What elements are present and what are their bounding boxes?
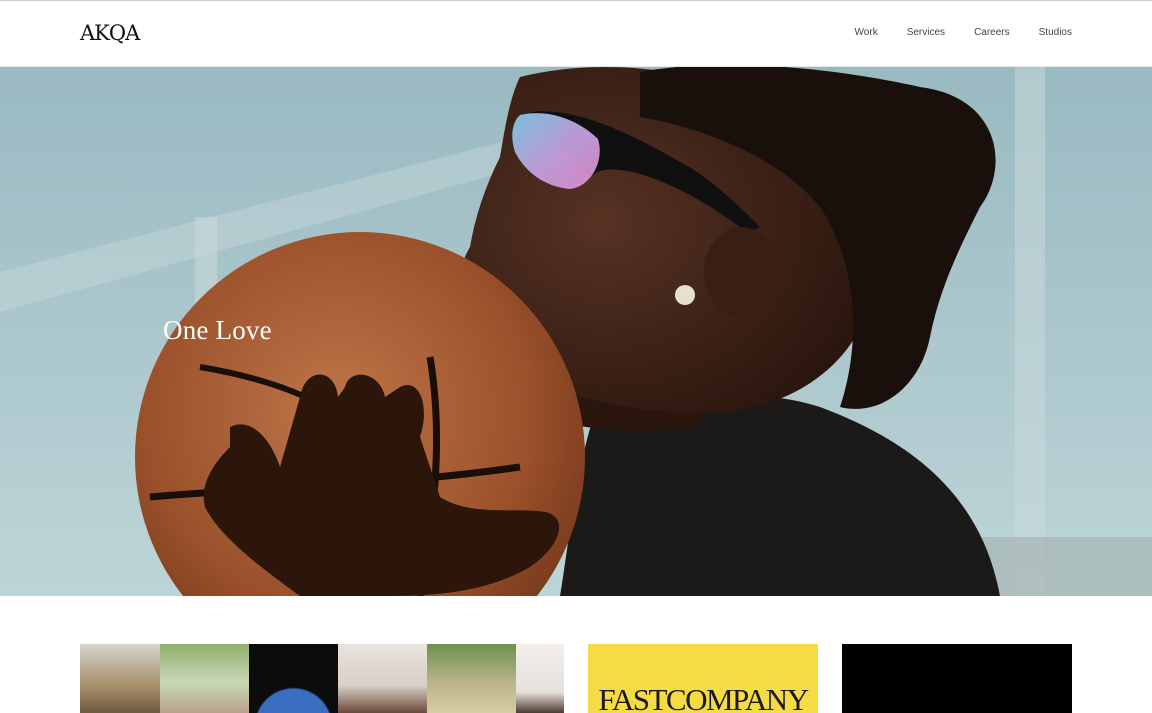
fast-company-card[interactable]: FASTCOMPANY [588, 644, 818, 713]
featured-cards: FASTCOMPANY [0, 644, 1152, 713]
akqa-logo[interactable]: AKQA [80, 21, 140, 45]
site-header: AKQA Work Services Careers Studios [0, 1, 1152, 67]
fast-company-logo: FASTCOMPANY [598, 682, 809, 713]
mosaic-tile-earth [249, 644, 338, 713]
mosaic-tile-portrait-1 [160, 644, 249, 713]
nav-link-work[interactable]: Work [855, 27, 878, 38]
mosaic-tile-rock [80, 644, 160, 713]
main-navigation: Work Services Careers Studios [855, 27, 1072, 38]
nav-link-careers[interactable]: Careers [974, 27, 1010, 38]
mosaic-tile-portrait-3 [516, 644, 564, 713]
nav-link-services[interactable]: Services [907, 27, 945, 38]
hero-section[interactable]: One Love [0, 67, 1152, 596]
hero-title[interactable]: One Love [163, 315, 272, 346]
mosaic-tile-field [427, 644, 516, 713]
nav-link-studios[interactable]: Studios [1039, 27, 1072, 38]
black-card[interactable] [842, 644, 1072, 713]
mosaic-tile-portrait-2 [338, 644, 427, 713]
mosaic-card[interactable] [80, 644, 564, 713]
